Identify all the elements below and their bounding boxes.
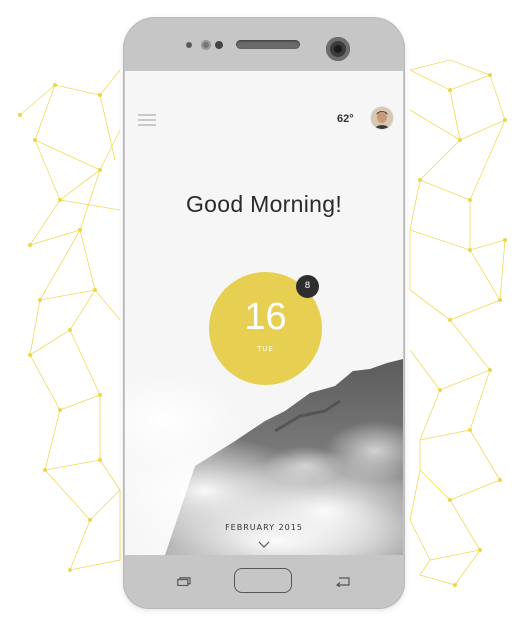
temperature-label: 62°	[337, 113, 354, 125]
greeting-heading: Good Morning!	[185, 191, 343, 217]
back-arrow-icon[interactable]	[335, 576, 351, 587]
sensor-dot	[186, 42, 192, 48]
phone-bottom-bezel	[123, 555, 405, 609]
phone-frame: 62° Good Morning! 16 TUE 8 FEBRUARY 2015	[123, 17, 405, 609]
recent-apps-icon[interactable]	[177, 577, 191, 586]
phone-screen: 62° Good Morning! 16 TUE 8 FEBRUARY 2015	[125, 71, 403, 555]
user-avatar[interactable]	[371, 107, 393, 129]
hamburger-menu-icon[interactable]	[138, 114, 156, 127]
notification-badge[interactable]: 8	[296, 275, 319, 298]
sensor-dot	[201, 40, 211, 50]
month-year-label: FEBRUARY 2015	[225, 523, 303, 532]
day-number: 16	[244, 296, 287, 338]
home-button[interactable]	[234, 568, 292, 593]
phone-top-bezel	[123, 17, 405, 71]
weekday-label: TUE	[257, 345, 274, 353]
chevron-down-icon[interactable]	[258, 541, 270, 549]
sensor-dot	[215, 41, 223, 49]
front-camera	[326, 37, 350, 61]
speaker-grille	[236, 40, 300, 49]
